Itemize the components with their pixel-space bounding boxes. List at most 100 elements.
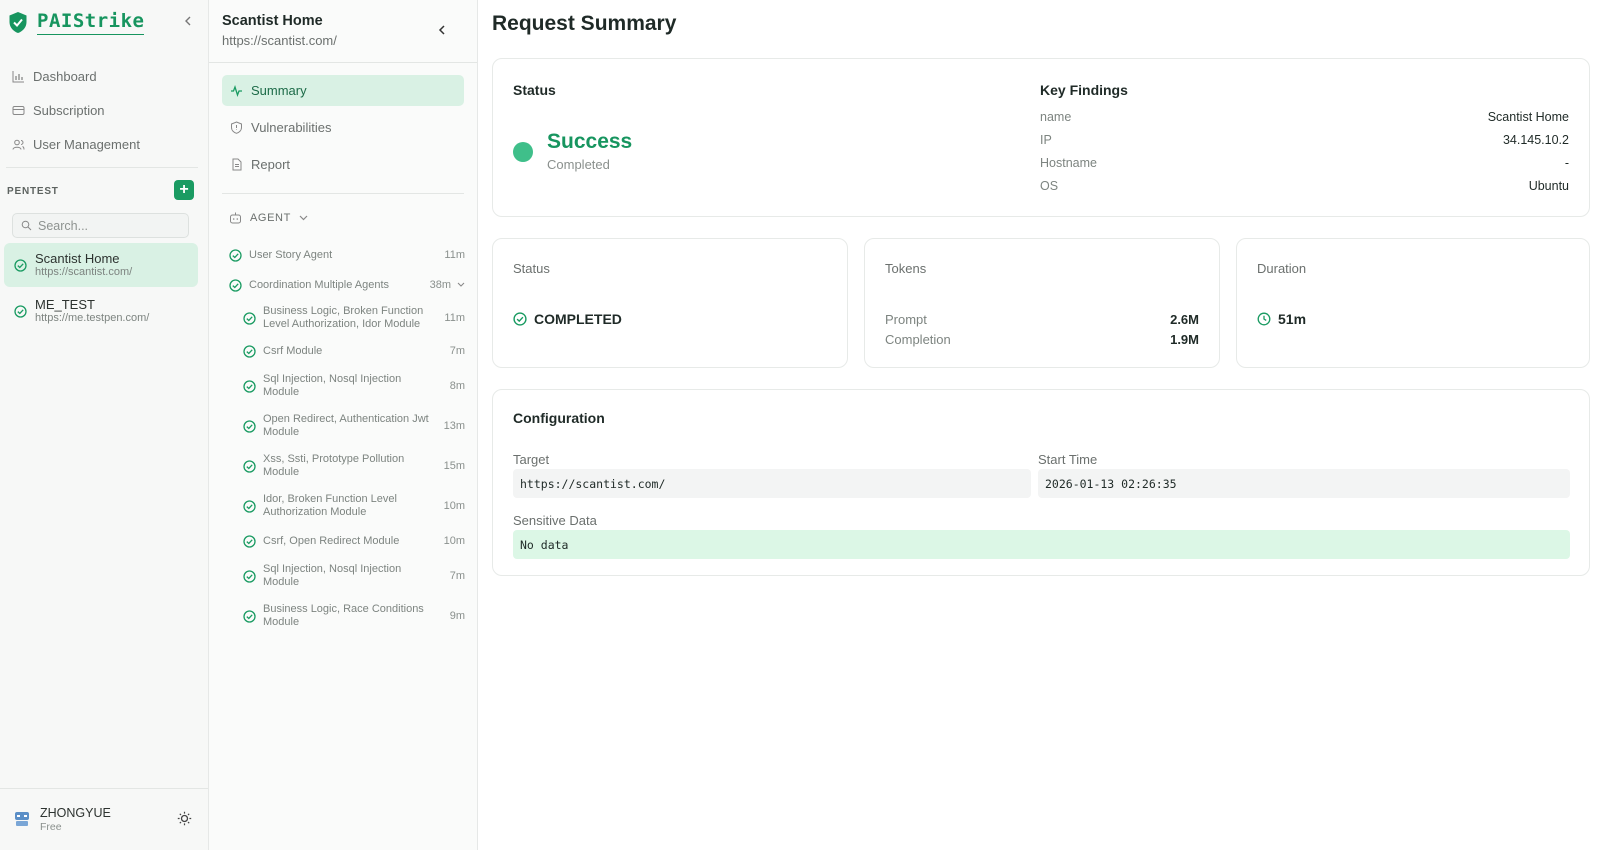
sub-agent-item[interactable]: Xss, Ssti, Prototype Pollution Module 15…	[243, 446, 469, 486]
sub-agent-duration: 11m	[444, 312, 465, 324]
stat-label: Status	[513, 261, 550, 276]
nav-subscription[interactable]: Subscription	[0, 93, 208, 127]
agent-label: User Story Agent	[249, 248, 333, 261]
check-circle-icon	[513, 312, 527, 326]
project-panel: Scantist Home https://scantist.com/ Summ…	[209, 0, 478, 850]
stat-value: COMPLETED	[534, 311, 622, 327]
agent-label: Coordination Multiple Agents	[249, 278, 390, 291]
sub-agent-item[interactable]: Sql Injection, Nosql Injection Module 7m	[243, 556, 469, 596]
chevron-left-icon	[438, 25, 445, 35]
project-item-me-test[interactable]: ME_TEST https://me.testpen.com/	[4, 289, 198, 333]
finding-row: name Scantist Home	[1040, 110, 1569, 124]
nav-dashboard[interactable]: Dashboard	[0, 59, 208, 93]
sub-agent-item[interactable]: Business Logic, Broken Function Level Au…	[243, 300, 469, 336]
project-url: https://scantist.com/	[35, 266, 133, 278]
key-findings-heading: Key Findings	[1040, 82, 1128, 98]
document-icon	[232, 158, 242, 171]
token-row-prompt: Prompt 2.6M	[885, 312, 1199, 327]
start-time-value: 2026-01-13 02:26:35	[1038, 469, 1570, 498]
app-name: PAIStrike	[37, 10, 145, 35]
sub-agent-label: Business Logic, Broken Function Level Au…	[263, 305, 424, 330]
finding-row: Hostname -	[1040, 156, 1569, 170]
check-circle-icon	[14, 304, 27, 318]
bar-chart-icon	[12, 70, 24, 82]
sub-agent-duration: 10m	[443, 500, 465, 512]
sub-agent-item[interactable]: Csrf Module 7m	[243, 336, 469, 366]
finding-key: Hostname	[1040, 156, 1097, 170]
user-bar[interactable]: ZHONGYUE Free	[0, 788, 208, 850]
check-circle-icon	[229, 248, 242, 262]
tokens-stat-card: Tokens Prompt 2.6M Completion 1.9M	[864, 238, 1220, 368]
token-row-completion: Completion 1.9M	[885, 332, 1199, 347]
finding-value: Ubuntu	[1528, 179, 1569, 193]
sub-agent-item[interactable]: Business Logic, Race Conditions Module 9…	[243, 596, 469, 636]
agent-item[interactable]: User Story Agent 11m	[229, 240, 469, 270]
finding-key: name	[1040, 110, 1072, 124]
divider	[209, 62, 477, 63]
page-title: Request Summary	[492, 12, 677, 35]
sub-agent-label: Sql Injection, Nosql Injection Module	[263, 373, 402, 398]
stat-label: Duration	[1257, 261, 1307, 276]
main-nav: Dashboard Subscription User Management	[0, 59, 208, 161]
sub-agent-duration: 7m	[449, 570, 465, 582]
target-label: Target	[513, 452, 550, 467]
status-state: Success	[547, 130, 633, 153]
project-title: ME_TEST	[35, 297, 95, 312]
search-input[interactable]	[38, 218, 178, 233]
chevron-left-icon	[185, 16, 191, 26]
agent-section-toggle[interactable]: AGENT	[229, 212, 308, 224]
sub-agent-item[interactable]: Idor, Broken Function Level Authorizatio…	[243, 486, 469, 526]
check-circle-icon	[243, 379, 256, 393]
sub-agent-item[interactable]: Csrf, Open Redirect Module 10m	[243, 526, 469, 556]
project-url: https://me.testpen.com/	[35, 312, 150, 324]
users-icon	[12, 139, 25, 150]
status-heading: Status	[513, 82, 556, 98]
shield-logo-icon	[8, 11, 28, 34]
status-stat-card: Status COMPLETED	[492, 238, 848, 368]
card-icon	[12, 105, 25, 115]
sub-agent-item[interactable]: Open Redirect, Authentication Jwt Module…	[243, 406, 469, 446]
tab-vulnerabilities[interactable]: Vulnerabilities	[222, 112, 464, 143]
tab-summary[interactable]: Summary	[222, 75, 464, 106]
agent-item[interactable]: Coordination Multiple Agents 38m	[229, 270, 469, 300]
check-circle-icon	[243, 569, 256, 583]
sub-agent-label: Csrf Module	[263, 344, 323, 357]
check-circle-icon	[243, 344, 256, 358]
tab-report[interactable]: Report	[222, 149, 464, 180]
panel-url: https://scantist.com/	[222, 33, 337, 48]
sub-agent-label: Sql Injection, Nosql Injection Module	[263, 563, 402, 588]
robot-avatar-icon	[15, 812, 29, 826]
add-pentest-button[interactable]: +	[174, 180, 194, 200]
finding-value: 34.145.10.2	[1502, 133, 1569, 147]
collapse-sidebar-button[interactable]	[180, 13, 196, 29]
sub-agent-item[interactable]: Sql Injection, Nosql Injection Module 8m	[243, 366, 469, 406]
sub-agent-duration: 9m	[449, 610, 465, 622]
nav-label: User Management	[33, 136, 140, 152]
user-plan: Free	[40, 820, 62, 833]
nav-user-management[interactable]: User Management	[0, 127, 208, 161]
sub-agent-label: Business Logic, Race Conditions Module	[263, 603, 424, 628]
sidebar: PAIStrike Dashboard Subscription User Ma…	[0, 0, 209, 850]
start-time-label: Start Time	[1038, 452, 1098, 467]
main-content: Request Summary Status Success Completed…	[478, 0, 1600, 850]
sub-agent-duration: 13m	[443, 420, 465, 432]
project-title: Scantist Home	[35, 251, 120, 266]
check-circle-icon	[243, 534, 256, 548]
stat-value-row: 51m	[1257, 311, 1306, 327]
search-box	[12, 213, 189, 238]
check-circle-icon	[243, 311, 256, 325]
section-label-pentest: PENTEST	[7, 186, 59, 197]
project-item-scantist-home[interactable]: Scantist Home https://scantist.com/	[4, 243, 198, 287]
sub-agent-list: Business Logic, Broken Function Level Au…	[229, 300, 469, 636]
collapse-panel-button[interactable]	[434, 22, 450, 38]
theme-toggle-button[interactable]	[177, 811, 192, 829]
check-circle-icon	[243, 419, 256, 433]
sensitive-data-value: No data	[513, 530, 1570, 559]
sub-agent-duration: 7m	[449, 345, 465, 357]
agent-list: User Story Agent 11m Coordination Multip…	[229, 240, 469, 636]
divider	[6, 167, 198, 168]
token-key: Prompt	[885, 312, 927, 327]
brand: PAIStrike	[8, 10, 145, 35]
sub-agent-label: Csrf, Open Redirect Module	[263, 534, 400, 547]
avatar	[12, 808, 32, 831]
